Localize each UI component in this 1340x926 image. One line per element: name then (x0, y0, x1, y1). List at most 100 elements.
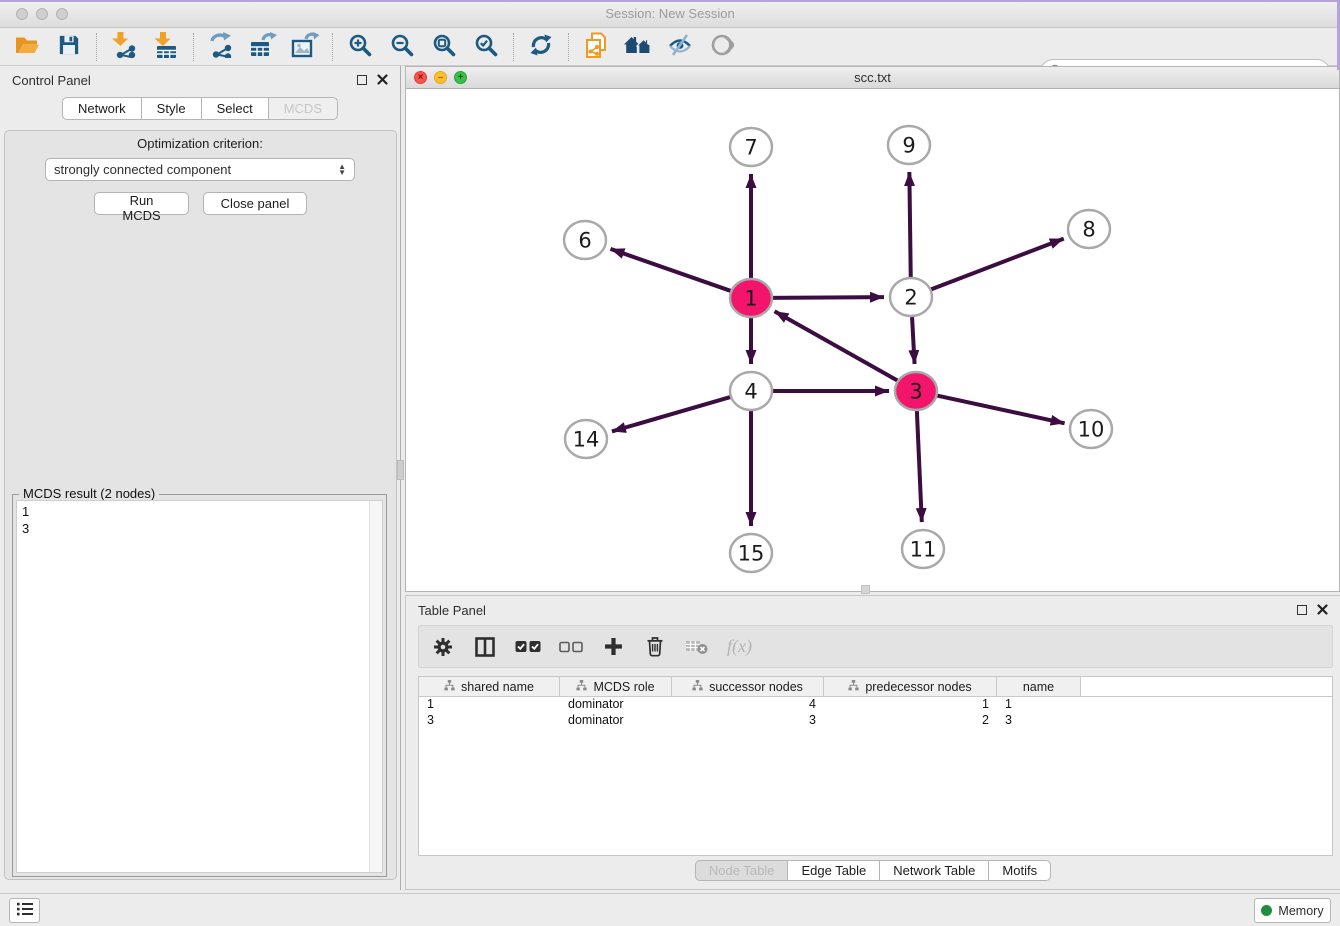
node-2[interactable]: 2 (890, 278, 932, 316)
criterion-dropdown[interactable]: strongly connected component ▲▼ (45, 158, 355, 181)
control-panel-header: Control Panel (0, 66, 400, 94)
table-panel-title: Table Panel (418, 603, 486, 618)
zoom-in-icon (348, 33, 372, 60)
node-3[interactable]: 3 (895, 372, 937, 410)
select-all-icon[interactable] (515, 633, 541, 661)
cp-tab-network[interactable]: Network (62, 97, 142, 120)
table-cell[interactable]: 3 (672, 713, 824, 729)
column-header-shared-name[interactable]: shared name (419, 677, 560, 696)
hide-selected-button[interactable] (663, 31, 697, 63)
edge-3-10[interactable] (934, 395, 1065, 423)
zoom-out-button[interactable] (385, 31, 419, 63)
edge-2-9[interactable] (909, 172, 910, 279)
table-cell[interactable]: 3 (419, 713, 560, 729)
gear-icon[interactable] (431, 633, 455, 661)
clone-network-button[interactable] (579, 31, 613, 63)
table-cell[interactable]: 4 (672, 697, 824, 713)
table-tab-motifs[interactable]: Motifs (988, 860, 1051, 881)
table-tab-network-table[interactable]: Network Table (879, 860, 989, 881)
table-cell[interactable]: 3 (997, 713, 1081, 729)
table-row[interactable]: 1dominator411 (419, 697, 1332, 713)
export-network-button[interactable] (204, 31, 238, 63)
table-cell[interactable]: 1 (824, 697, 997, 713)
export-network-icon (208, 32, 234, 61)
title-bar: Session: New Session (0, 0, 1340, 28)
edge-2-8[interactable] (928, 239, 1064, 291)
column-header-successor-nodes[interactable]: successor nodes (672, 677, 824, 696)
cp-tab-select[interactable]: Select (201, 97, 269, 120)
network-graph[interactable]: 1 2 3 4 6 7 8 9 10 11 14 15 (406, 89, 1339, 591)
edge-1-2[interactable] (769, 297, 884, 298)
deselect-all-icon[interactable] (559, 633, 583, 661)
mcds-result-groupbox: MCDS result (2 nodes) 1 3 (12, 494, 387, 877)
delete-column-icon[interactable] (643, 633, 667, 661)
node-15[interactable]: 15 (730, 534, 772, 572)
table-cell[interactable]: 1 (997, 697, 1081, 713)
mcds-result-area[interactable]: 1 3 (16, 500, 383, 873)
vertical-splitter-handle[interactable] (397, 460, 404, 480)
column-header-predecessor-nodes[interactable]: predecessor nodes (824, 677, 997, 696)
export-image-button[interactable] (288, 31, 322, 63)
edge-4-14[interactable] (612, 396, 734, 431)
close-panel-icon[interactable] (377, 73, 388, 88)
window-title: Session: New Session (0, 6, 1340, 21)
import-table-icon (153, 32, 179, 61)
network-view-window: × – + scc.txt 1 2 3 4 6 7 8 9 10 11 14 15 (405, 66, 1340, 592)
first-neighbors-button[interactable] (621, 31, 655, 63)
table-tab-node-table[interactable]: Node Table (695, 860, 789, 881)
import-network-button[interactable] (107, 31, 141, 63)
table-tab-edge-table[interactable]: Edge Table (787, 860, 880, 881)
table-row[interactable]: 3dominator323 (419, 713, 1332, 729)
edge-1-6[interactable] (610, 249, 734, 292)
clone-network-icon (584, 32, 608, 62)
node-8[interactable]: 8 (1068, 210, 1110, 248)
node-1[interactable]: 1 (730, 279, 772, 317)
zoom-in-button[interactable] (343, 31, 377, 63)
zoom-selected-button[interactable] (469, 31, 503, 63)
open-session-button[interactable] (10, 31, 44, 63)
mcds-result-title: MCDS result (2 nodes) (19, 486, 159, 501)
edge-2-3[interactable] (912, 315, 915, 364)
node-10[interactable]: 10 (1070, 410, 1112, 448)
result-scrollbar[interactable] (369, 501, 382, 872)
node-11[interactable]: 11 (902, 530, 944, 568)
toolbar-separator (193, 33, 194, 61)
node-table[interactable]: shared nameMCDS rolesuccessor nodesprede… (418, 676, 1333, 856)
close-table-panel-icon[interactable] (1317, 603, 1328, 618)
panel-resize-grip[interactable] (861, 585, 870, 594)
table-cell[interactable]: dominator (560, 697, 672, 713)
node-14[interactable]: 14 (565, 420, 607, 458)
edge-3-11[interactable] (917, 409, 922, 522)
node-6[interactable]: 6 (564, 221, 606, 259)
float-table-panel-icon[interactable] (1297, 605, 1307, 615)
float-panel-icon[interactable] (357, 75, 367, 85)
columns-icon[interactable] (473, 633, 497, 661)
task-history-button[interactable] (9, 898, 40, 923)
add-column-icon[interactable] (601, 633, 625, 661)
table-cell[interactable]: dominator (560, 713, 672, 729)
column-header-mcds-role[interactable]: MCDS role (560, 677, 672, 696)
run-mcds-button[interactable]: Run MCDS (94, 192, 189, 215)
node-label: 6 (578, 229, 591, 253)
save-session-button[interactable] (52, 31, 86, 63)
close-panel-button[interactable]: Close panel (203, 192, 307, 215)
edge-3-1[interactable] (775, 311, 901, 382)
table-cell[interactable]: 2 (824, 713, 997, 729)
apply-layout-button[interactable] (524, 31, 558, 63)
node-4[interactable]: 4 (730, 372, 772, 410)
tree-sort-icon (576, 680, 587, 694)
cp-tab-style[interactable]: Style (141, 97, 202, 120)
cp-tab-mcds[interactable]: MCDS (268, 97, 338, 120)
column-header-name[interactable]: name (997, 677, 1081, 696)
memory-button[interactable]: Memory (1254, 898, 1331, 923)
export-table-button[interactable] (246, 31, 280, 63)
node-9[interactable]: 9 (888, 126, 930, 164)
import-table-button[interactable] (149, 31, 183, 63)
table-toolbar: f(x) (418, 625, 1333, 668)
table-cell[interactable]: 1 (419, 697, 560, 713)
network-window-titlebar[interactable]: × – + scc.txt (406, 67, 1339, 89)
node-7[interactable]: 7 (730, 128, 772, 166)
show-all-button[interactable] (705, 31, 739, 63)
zoom-fit-button[interactable] (427, 31, 461, 63)
status-bar: Memory (0, 893, 1340, 926)
